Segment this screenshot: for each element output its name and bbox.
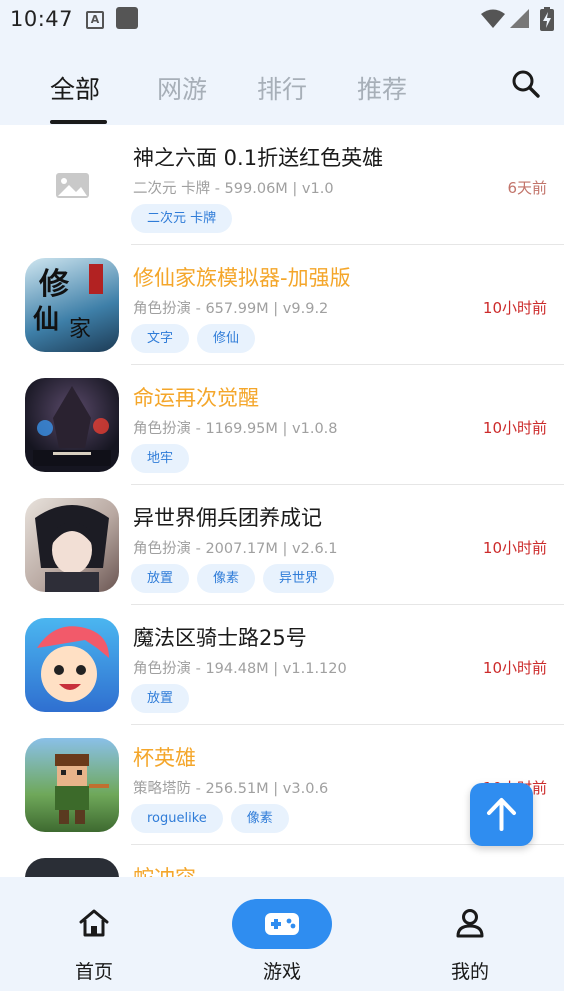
svg-text:家: 家 <box>69 317 91 342</box>
mercenary-game-icon <box>25 498 119 592</box>
tag[interactable]: 异世界 <box>263 564 335 593</box>
tag-list: 地牢 <box>131 444 190 473</box>
user-icon <box>456 909 484 938</box>
tag-list: 放置 像素 异世界 <box>131 564 335 593</box>
magic-knight-game-icon <box>25 618 119 712</box>
update-time: 10小时前 <box>482 299 547 317</box>
battery-charging-icon <box>540 7 554 31</box>
nav-label: 我的 <box>450 961 489 983</box>
svg-text:仙: 仙 <box>33 305 59 335</box>
active-nav-pill <box>232 899 332 949</box>
update-time: 10小时前 <box>482 539 547 557</box>
list-item[interactable]: 修 仙 家 修仙家族模拟器-加强版 角色扮演 - 657.99M | v9.9.… <box>0 245 564 365</box>
notification-a-icon: A <box>86 11 104 29</box>
cup-hero-game-icon <box>25 738 119 832</box>
nav-games[interactable]: 游戏 <box>188 877 376 991</box>
nav-profile[interactable]: 我的 <box>376 877 564 991</box>
arrow-up-icon <box>487 798 516 831</box>
notification-square-icon <box>116 7 138 29</box>
nav-home[interactable]: 首页 <box>0 877 188 991</box>
top-tab-bar: 全部 网游 排行 推荐 <box>0 40 564 125</box>
game-title: 神之六面 0.1折送红色英雄 <box>133 146 384 170</box>
tab-recommended[interactable]: 推荐 <box>357 70 407 106</box>
tag[interactable]: roguelike <box>131 804 223 833</box>
tag-list: 二次元 卡牌 <box>131 204 233 233</box>
game-title: 修仙家族模拟器-加强版 <box>133 266 351 290</box>
nav-label: 首页 <box>74 961 113 983</box>
tag-list: 放置 <box>131 684 190 713</box>
snake-game-icon <box>25 858 119 877</box>
nav-label: 游戏 <box>262 961 301 983</box>
scroll-to-top-button[interactable] <box>470 783 533 846</box>
list-item[interactable]: 神之六面 0.1折送红色英雄 二次元 卡牌 - 599.06M | v1.0 6… <box>0 125 564 245</box>
game-title: 杯英雄 <box>133 746 196 770</box>
tab-ranking[interactable]: 排行 <box>257 70 307 106</box>
tag-list: 文字 修仙 <box>131 324 256 353</box>
game-meta: 二次元 卡牌 - 599.06M | v1.0 <box>133 181 334 197</box>
svg-text:修: 修 <box>38 267 70 302</box>
game-meta: 角色扮演 - 657.99M | v9.9.2 <box>133 301 329 317</box>
game-title: 魔法区骑士路25号 <box>133 626 307 650</box>
tab-online[interactable]: 网游 <box>157 70 207 106</box>
xiuxian-game-icon: 修 仙 家 <box>25 258 119 352</box>
game-title: 异世界佣兵团养成记 <box>133 506 322 530</box>
game-meta: 角色扮演 - 194.48M | v1.1.120 <box>133 661 347 677</box>
tag-list: roguelike 像素 <box>131 804 289 833</box>
search-icon[interactable] <box>510 68 542 100</box>
tag[interactable]: 地牢 <box>131 444 190 473</box>
list-item[interactable]: 蛇冲突 <box>0 845 564 877</box>
tag[interactable]: 修仙 <box>197 324 256 353</box>
cellular-signal-icon <box>510 9 529 28</box>
tag[interactable]: 放置 <box>131 684 190 713</box>
tag[interactable]: 像素 <box>230 804 289 833</box>
game-meta: 角色扮演 - 1169.95M | v1.0.8 <box>133 421 338 437</box>
game-list: 神之六面 0.1折送红色英雄 二次元 卡牌 - 599.06M | v1.0 6… <box>0 125 564 877</box>
game-meta: 角色扮演 - 2007.17M | v2.6.1 <box>133 541 338 557</box>
tag[interactable]: 文字 <box>131 324 190 353</box>
list-item[interactable]: 异世界佣兵团养成记 角色扮演 - 2007.17M | v2.6.1 10小时前… <box>0 485 564 605</box>
fate-reawakened-game-icon <box>25 378 119 472</box>
tab-all[interactable]: 全部 <box>50 70 100 106</box>
bottom-navigation: 首页 游戏 我的 <box>0 877 564 991</box>
update-time: 6天前 <box>507 179 547 197</box>
update-time: 10小时前 <box>482 659 547 677</box>
status-time: 10:47 <box>10 7 74 31</box>
wifi-icon <box>481 9 505 28</box>
home-icon <box>79 909 109 937</box>
list-item[interactable]: 魔法区骑士路25号 角色扮演 - 194.48M | v1.1.120 10小时… <box>0 605 564 725</box>
game-title: 蛇冲突 <box>133 862 196 877</box>
gamepad-icon <box>265 913 299 935</box>
game-title: 命运再次觉醒 <box>133 386 259 410</box>
tag[interactable]: 二次元 卡牌 <box>131 204 233 233</box>
tag[interactable]: 放置 <box>131 564 190 593</box>
update-time: 10小时前 <box>482 419 547 437</box>
status-bar: 10:47 A <box>0 0 564 40</box>
list-item[interactable]: 命运再次觉醒 角色扮演 - 1169.95M | v1.0.8 10小时前 地牢 <box>0 365 564 485</box>
active-tab-indicator <box>50 120 107 124</box>
image-placeholder-icon <box>25 138 119 232</box>
tag[interactable]: 像素 <box>197 564 256 593</box>
game-meta: 策略塔防 - 256.51M | v3.0.6 <box>133 781 329 797</box>
